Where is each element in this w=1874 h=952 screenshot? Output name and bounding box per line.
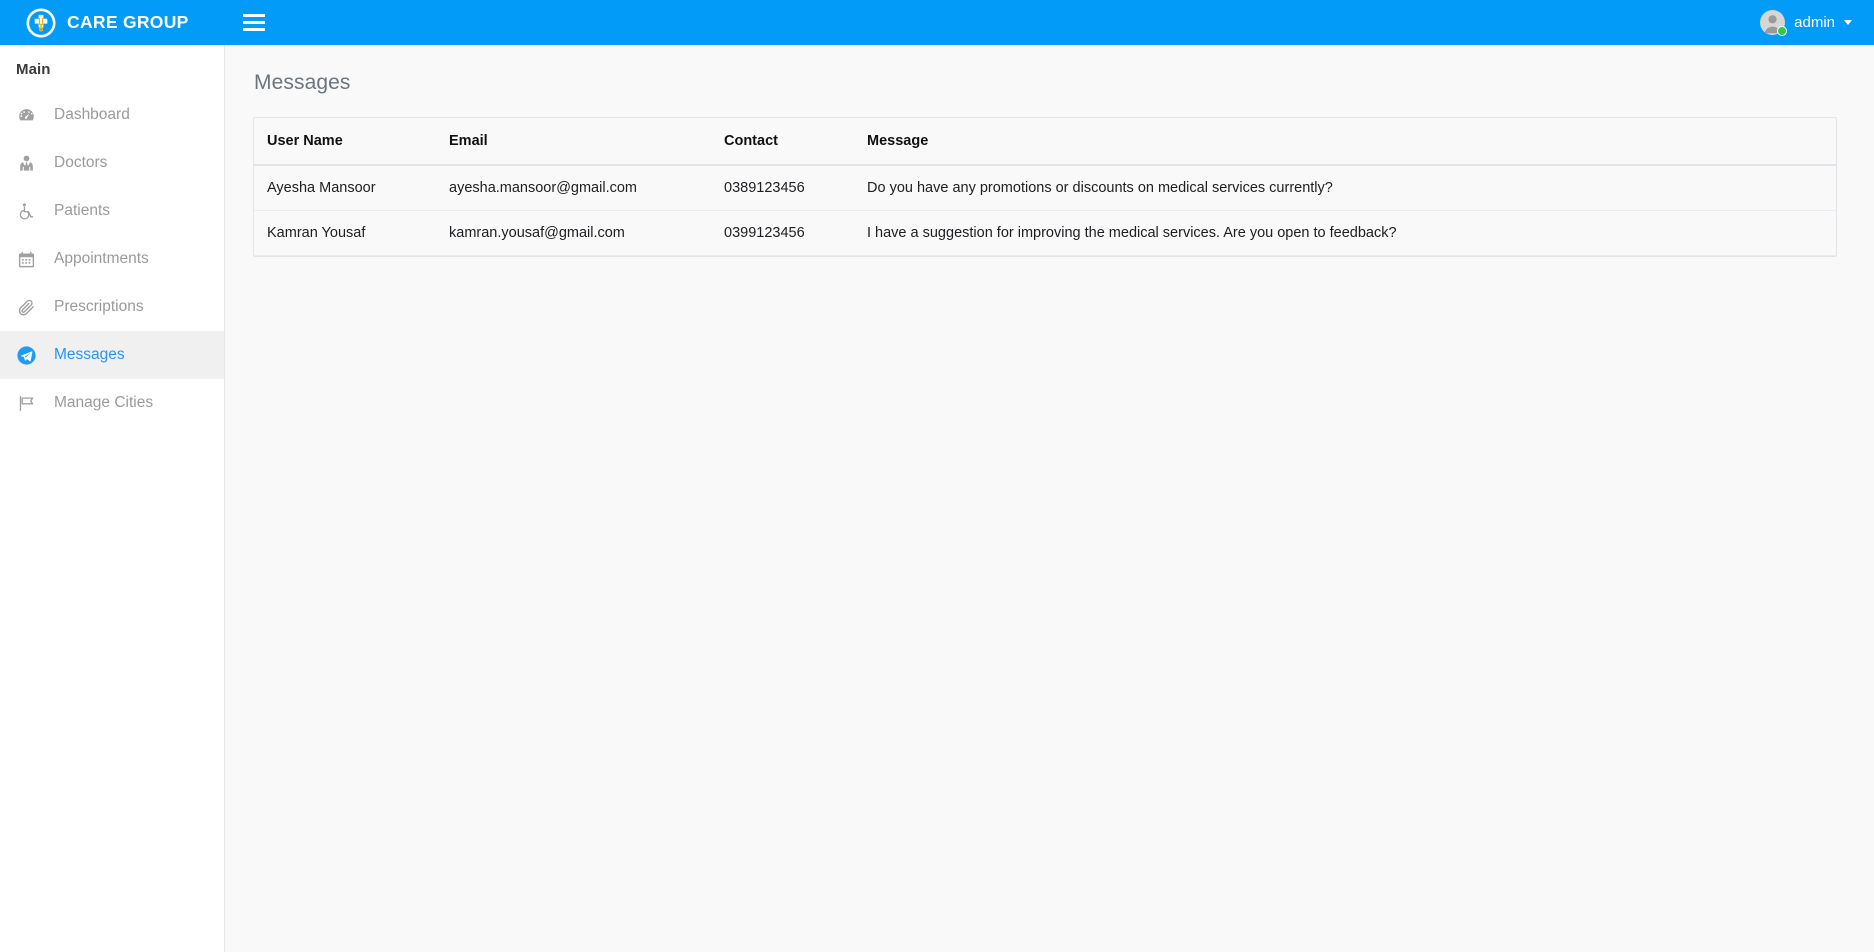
cell-user-name: Kamran Yousaf	[254, 211, 436, 256]
sidebar-item-label: Messages	[54, 346, 125, 364]
top-header-bar: CARE GROUP admin	[0, 0, 1874, 45]
cell-message: Do you have any promotions or discounts …	[854, 165, 1836, 211]
cell-contact: 0389123456	[711, 165, 854, 211]
user-menu[interactable]: admin	[1760, 0, 1874, 45]
dashboard-gauge-icon	[16, 105, 37, 126]
messages-table: User Name Email Contact Message Ayesha M…	[254, 118, 1836, 256]
paperclip-icon	[16, 297, 37, 318]
sidebar-item-messages[interactable]: Messages	[0, 331, 224, 379]
main-content: Messages User Name Email Contact Message…	[225, 45, 1874, 952]
sidebar-heading: Main	[0, 45, 224, 91]
brand-title: CARE GROUP	[67, 12, 189, 33]
table-header-row: User Name Email Contact Message	[254, 118, 1836, 165]
table-body: Ayesha Mansoor ayesha.mansoor@gmail.com …	[254, 165, 1836, 256]
hamburger-bar-3	[243, 28, 265, 31]
cell-email: ayesha.mansoor@gmail.com	[436, 165, 711, 211]
user-name-label: admin	[1794, 14, 1835, 31]
sidebar-item-label: Manage Cities	[54, 394, 153, 412]
online-status-dot	[1777, 26, 1787, 36]
sidebar-item-appointments[interactable]: Appointments	[0, 235, 224, 283]
sidebar-item-patients[interactable]: Patients	[0, 187, 224, 235]
sidebar-item-label: Appointments	[54, 250, 149, 268]
paper-plane-icon	[16, 345, 37, 366]
column-header-email[interactable]: Email	[436, 118, 711, 165]
table-header: User Name Email Contact Message	[254, 118, 1836, 165]
column-header-user-name[interactable]: User Name	[254, 118, 436, 165]
hamburger-bar-2	[243, 21, 265, 24]
sidebar-item-label: Dashboard	[54, 106, 130, 124]
page-title: Messages	[225, 45, 1874, 95]
brand-area[interactable]: CARE GROUP	[0, 0, 225, 45]
caret-down-icon[interactable]	[1844, 20, 1852, 25]
sidebar-item-doctors[interactable]: Doctors	[0, 139, 224, 187]
calendar-icon	[16, 249, 37, 270]
cell-email: kamran.yousaf@gmail.com	[436, 211, 711, 256]
sidebar-item-label: Doctors	[54, 154, 107, 172]
column-header-message[interactable]: Message	[854, 118, 1836, 165]
sidebar-item-manage-cities[interactable]: Manage Cities	[0, 379, 224, 427]
sidebar-item-prescriptions[interactable]: Prescriptions	[0, 283, 224, 331]
flag-icon	[16, 393, 37, 414]
table-row[interactable]: Kamran Yousaf kamran.yousaf@gmail.com 03…	[254, 211, 1836, 256]
cell-contact: 0399123456	[711, 211, 854, 256]
hamburger-icon[interactable]	[243, 14, 265, 31]
hamburger-bar-1	[243, 14, 265, 17]
user-md-icon	[16, 153, 37, 174]
messages-table-container: User Name Email Contact Message Ayesha M…	[253, 117, 1837, 257]
sidebar-item-label: Patients	[54, 202, 110, 220]
medical-cross-stethoscope-logo-icon	[26, 8, 56, 38]
column-header-contact[interactable]: Contact	[711, 118, 854, 165]
table-row[interactable]: Ayesha Mansoor ayesha.mansoor@gmail.com …	[254, 165, 1836, 211]
sidebar-item-label: Prescriptions	[54, 298, 144, 316]
cell-message: I have a suggestion for improving the me…	[854, 211, 1836, 256]
cell-user-name: Ayesha Mansoor	[254, 165, 436, 211]
sidebar-item-dashboard[interactable]: Dashboard	[0, 91, 224, 139]
avatar	[1760, 10, 1785, 35]
sidebar: Main Dashboard Doctors Patients	[0, 45, 225, 952]
wheelchair-icon	[16, 201, 37, 222]
